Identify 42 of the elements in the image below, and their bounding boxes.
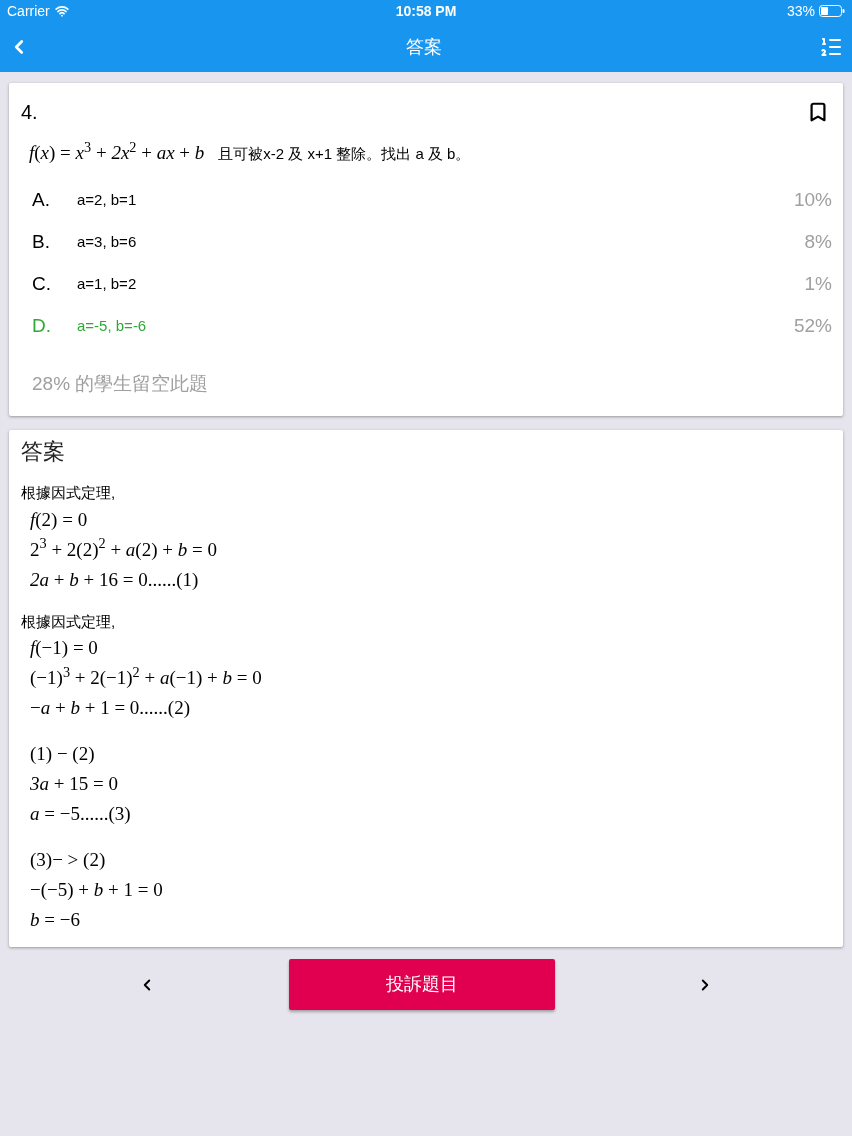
page-title: 答案 — [406, 35, 442, 59]
option-percent: 10% — [793, 188, 832, 213]
math-line: b = −6 — [29, 908, 80, 932]
report-question-button[interactable]: 投訴題目 — [289, 959, 555, 1010]
battery-percent: 33% — [786, 1, 815, 21]
option-text: a=2, b=1 — [77, 190, 137, 211]
math-line: 2$^{3}$ + 2(2)$^{2}$ + a(2) + b = 0 — [29, 534, 217, 562]
option-percent: 1% — [804, 272, 832, 297]
option-text: a=3, b=6 — [77, 232, 137, 253]
option-percent: 52% — [793, 314, 832, 339]
math-line: 2a + b + 16 = 0......(1) — [29, 567, 199, 592]
question-text: 且可被x-2 及 x+1 整除。找出 a 及 b。 — [218, 144, 471, 164]
math-line: (1) − (2) — [29, 742, 95, 766]
option-letter: B. — [32, 230, 51, 255]
option-percent: 8% — [804, 230, 832, 255]
numbered-list-icon — [819, 35, 843, 59]
math-line: −(−5) + b + 1 = 0 — [29, 878, 163, 902]
step-intro: 根據因式定理, — [21, 483, 116, 503]
wifi-icon — [53, 4, 70, 18]
math-line: 3a + 15 = 0 — [29, 772, 118, 796]
question-formula: f(x) = x$^{3}$ + 2x$^{2}$ + ax + b — [29, 139, 205, 165]
status-time: 10:58 PM — [395, 1, 457, 21]
math-line: (3)− > (2) — [29, 848, 106, 872]
option-letter: A. — [32, 188, 51, 213]
option-text: a=1, b=2 — [77, 274, 137, 295]
math-line: −a + b + 1 = 0......(2) — [29, 696, 191, 720]
math-line: (−1)$^{3}$ + 2(−1)$^{2}$ + a(−1) + b = 0 — [29, 663, 262, 690]
option-letter: D. — [32, 314, 52, 339]
answer-option[interactable]: C. a=1, b=2 1% — [21, 263, 832, 306]
option-letter: C. — [32, 272, 52, 297]
answer-option[interactable]: B. a=3, b=6 8% — [21, 221, 832, 264]
battery-icon — [819, 5, 845, 17]
step-intro: 根據因式定理, — [21, 611, 116, 632]
question-number: 4. — [21, 100, 38, 125]
blank-note: 28% 的學生留空此題 — [31, 371, 209, 396]
math-line: f(−1) = 0 — [29, 636, 98, 660]
carrier-label: Carrier — [7, 1, 50, 21]
math-line: f(2) = 0 — [29, 507, 88, 532]
answer-title: 答案 — [21, 438, 65, 466]
option-text: a=-5, b=-6 — [77, 316, 147, 337]
math-line: a = −5......(3) — [29, 802, 131, 826]
answer-option[interactable]: A. a=2, b=1 10% — [21, 179, 832, 222]
